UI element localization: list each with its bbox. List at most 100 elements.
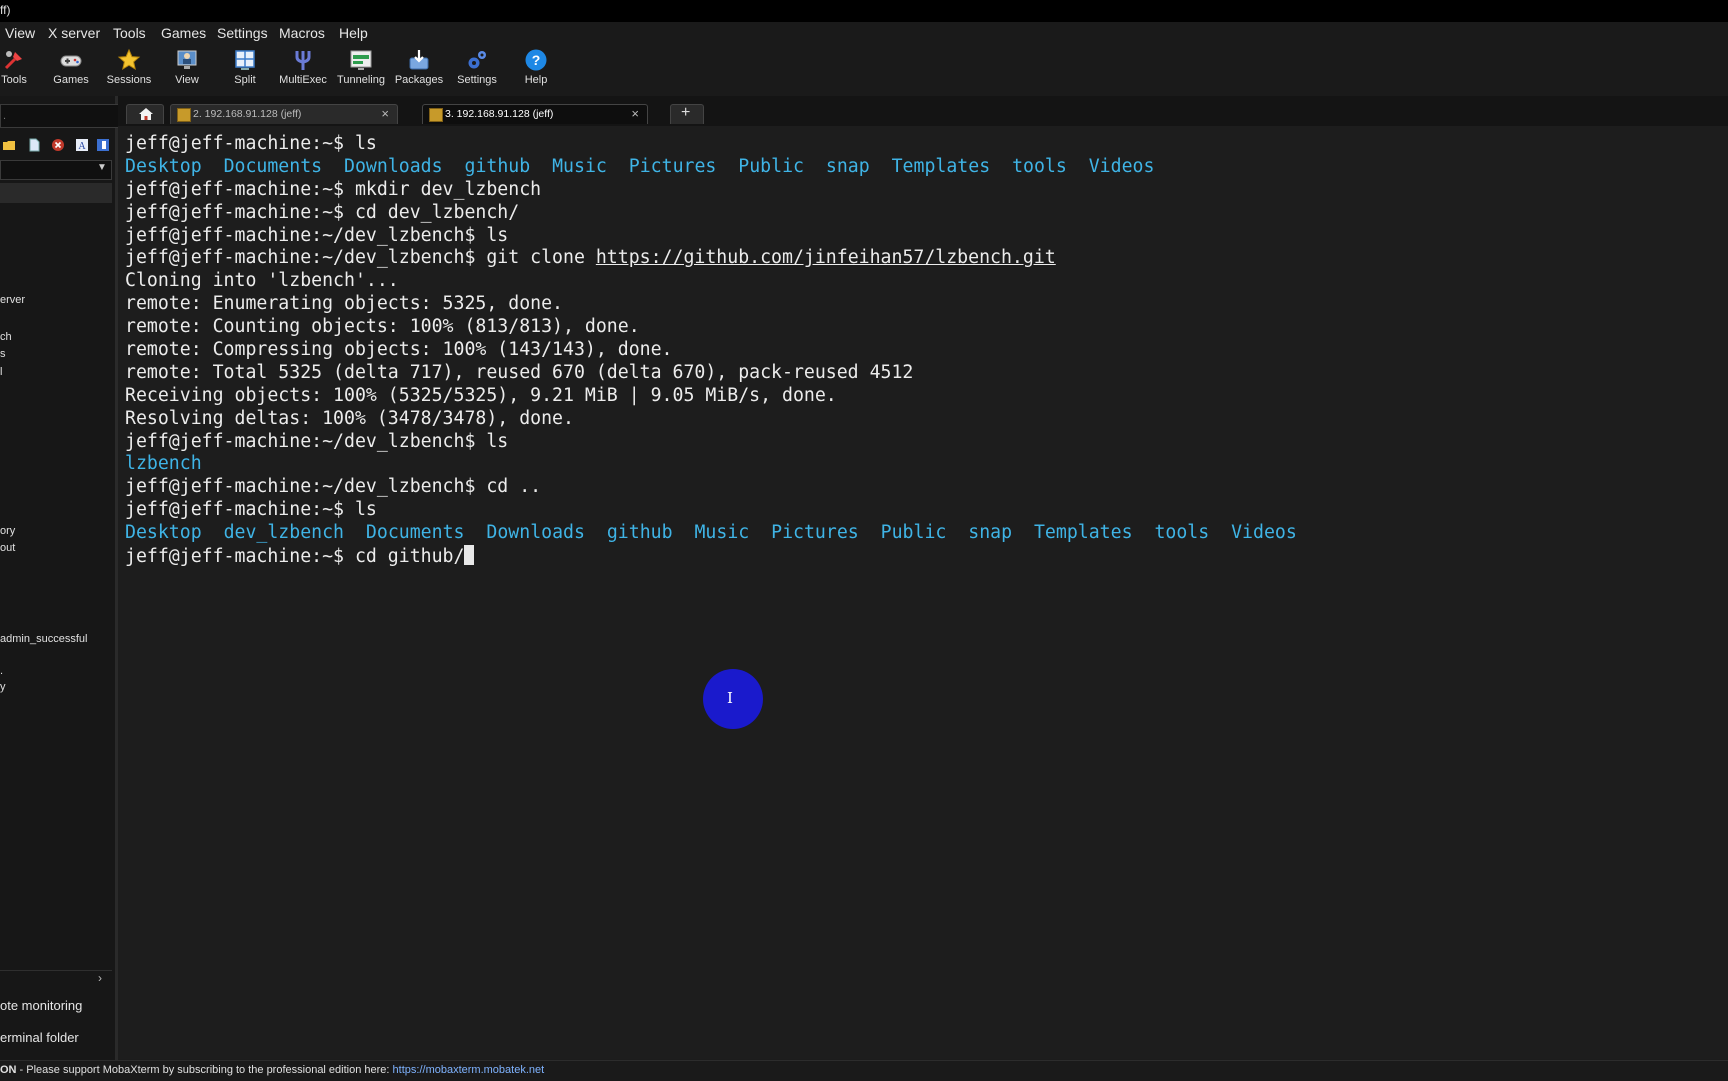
toolbar: Tools Games Sessions View Split MultiExe… xyxy=(0,44,1728,96)
folder-icon[interactable] xyxy=(2,138,16,152)
view-button[interactable]: View xyxy=(159,46,215,96)
sidebar-search-input[interactable] xyxy=(0,104,119,128)
directory-name: Downloads xyxy=(486,522,585,544)
menu-help[interactable]: Help xyxy=(339,25,368,41)
menu-macros[interactable]: Macros xyxy=(279,25,325,41)
bookmark-icon[interactable] xyxy=(96,138,110,152)
sessions-button[interactable]: Sessions xyxy=(101,46,157,96)
monitor-user-icon xyxy=(177,50,197,69)
sidebar: A ▼ erver ch s l ory out admin_successfu… xyxy=(0,96,119,1060)
tab-home[interactable] xyxy=(126,104,164,124)
directory-name: Public xyxy=(738,155,804,177)
status-prefix: ON xyxy=(0,1064,17,1076)
sidebar-item[interactable]: l xyxy=(0,366,2,378)
menu-settings[interactable]: Settings xyxy=(217,25,268,41)
directory-name: snap xyxy=(825,155,870,177)
menu-games[interactable]: Games xyxy=(161,25,206,41)
new-file-icon[interactable] xyxy=(27,138,41,152)
sidebar-item[interactable]: admin_successful xyxy=(0,633,87,645)
new-tab-button[interactable]: + xyxy=(670,104,704,124)
terminal-line: jeff@jeff-machine:~$ cd dev_lzbench/ xyxy=(125,202,1297,225)
terminal-tab-icon xyxy=(429,108,443,122)
status-message: ON - Please support MobaXterm by subscri… xyxy=(0,1064,544,1076)
split-button[interactable]: Split xyxy=(217,46,273,96)
terminal-line: jeff@jeff-machine:~/dev_lzbench$ ls xyxy=(125,431,1297,454)
directory-name: Music xyxy=(694,522,750,544)
sidebar-item[interactable]: y xyxy=(0,681,6,693)
directory-name: Videos xyxy=(1231,522,1297,544)
multiexec-button[interactable]: MultiExec xyxy=(275,46,331,96)
terminal-view[interactable]: jeff@jeff-machine:~$ ls Desktop Documents… xyxy=(118,126,1728,1059)
follow-terminal-folder-checkbox[interactable]: erminal folder xyxy=(0,1030,79,1045)
download-package-icon xyxy=(409,50,429,70)
tab-session-2[interactable]: 2. 192.168.91.128 (jeff) × xyxy=(170,104,398,124)
directory-name: Desktop xyxy=(125,522,202,544)
tab-session-3[interactable]: 3. 192.168.91.128 (jeff) × xyxy=(422,104,648,124)
rename-icon[interactable]: A xyxy=(75,138,89,152)
help-icon: ? xyxy=(525,49,547,71)
remote-monitoring-button[interactable]: ote monitoring xyxy=(0,998,82,1013)
directory-name: github xyxy=(606,522,673,544)
status-link[interactable]: https://mobaxterm.mobatek.net xyxy=(393,1064,545,1076)
directory-name: tools xyxy=(1012,155,1067,177)
terminal-link[interactable]: https://github.com/jinfeihan57/lzbench.g… xyxy=(596,247,1056,268)
games-button[interactable]: Games xyxy=(43,46,99,96)
menu-x-server[interactable]: X server xyxy=(48,25,100,41)
fork-icon xyxy=(295,51,311,70)
directory-name: lzbench xyxy=(125,453,202,475)
terminal-text: jeff@jeff-machine:~/dev_lzbench$ git clo… xyxy=(125,247,596,269)
sidebar-item[interactable]: out xyxy=(0,542,15,554)
menu-tools[interactable]: Tools xyxy=(113,25,146,41)
sidebar-item[interactable]: s xyxy=(0,348,6,360)
terminal-text: jeff@jeff-machine:~$ mkdir dev_lzbench xyxy=(125,178,542,200)
sidebar-item[interactable]: ch xyxy=(0,331,12,343)
sidebar-divider xyxy=(0,970,112,971)
tools-button[interactable]: Tools xyxy=(0,46,42,96)
packages-button[interactable]: Packages xyxy=(391,46,447,96)
terminal-output[interactable]: jeff@jeff-machine:~$ ls Desktop Documents… xyxy=(125,133,1297,568)
terminal-line: Receiving objects: 100% (5325/5325), 9.2… xyxy=(125,385,1297,408)
menu-view[interactable]: View xyxy=(5,25,35,41)
gears-icon xyxy=(468,51,486,69)
directory-name: Templates xyxy=(1033,522,1133,544)
terminal-text: jeff@jeff-machine:~$ ls xyxy=(125,133,377,154)
close-icon[interactable]: × xyxy=(381,106,389,121)
terminal-line: jeff@jeff-machine:~$ mkdir dev_lzbench xyxy=(125,179,1297,202)
terminal-text: jeff@jeff-machine:~$ cd github/ xyxy=(125,546,465,568)
help-button[interactable]: ? Help xyxy=(508,46,564,96)
terminal-line: Cloning into 'lzbench'... xyxy=(125,270,1297,293)
sidebar-path-select[interactable]: ▼ xyxy=(0,160,112,180)
sidebar-item[interactable]: . xyxy=(0,665,3,677)
terminal-text: jeff@jeff-machine:~$ ls xyxy=(125,499,377,521)
sidebar-selected-row[interactable] xyxy=(0,183,112,203)
directory-name: github xyxy=(464,155,531,177)
terminal-text: Receiving objects: 100% (5325/5325), 9.2… xyxy=(125,384,837,406)
sidebar-item[interactable]: ory xyxy=(0,525,15,537)
settings-button[interactable]: Settings xyxy=(449,46,505,96)
window-title: ff) xyxy=(0,3,11,17)
directory-name: Videos xyxy=(1088,155,1155,177)
terminal-line: jeff@jeff-machine:~/dev_lzbench$ git clo… xyxy=(125,247,1297,270)
chevron-right-icon[interactable]: › xyxy=(98,971,102,985)
close-icon[interactable]: × xyxy=(631,106,639,121)
directory-name: Documents xyxy=(223,155,323,177)
status-bar: ON - Please support MobaXterm by subscri… xyxy=(0,1060,1728,1081)
sidebar-item[interactable]: erver xyxy=(0,294,25,306)
directory-name: snap xyxy=(968,522,1013,544)
directory-name: Desktop xyxy=(125,155,202,177)
directory-name: Pictures xyxy=(771,522,859,544)
delete-icon[interactable] xyxy=(51,138,65,152)
tunneling-button[interactable]: Tunneling xyxy=(333,46,389,96)
terminal-line: remote: Enumerating objects: 5325, done. xyxy=(125,293,1297,316)
